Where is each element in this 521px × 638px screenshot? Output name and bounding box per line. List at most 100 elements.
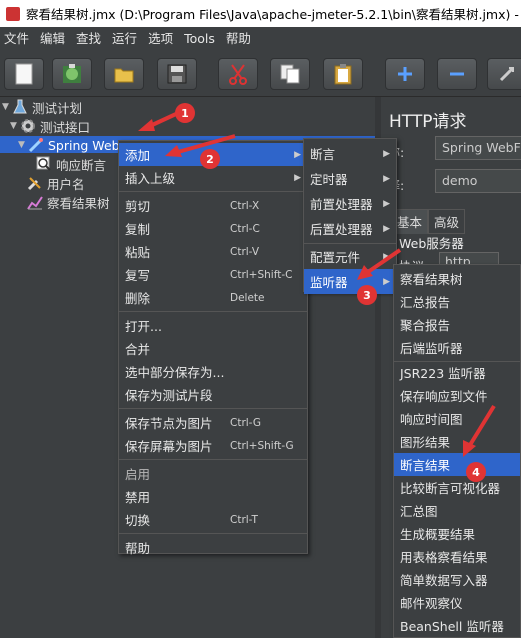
tree-node-label: 测试接口 <box>40 119 91 135</box>
open-button[interactable] <box>104 58 144 90</box>
tree-node-thread-group[interactable]: ▼ 测试接口 <box>10 117 90 135</box>
listener-submenu-item-item-10[interactable]: 比较断言可视化器 <box>394 476 520 499</box>
menu-item-shortcut: Ctrl-C <box>230 222 260 235</box>
collapse-all-button[interactable] <box>437 58 477 90</box>
menu-edit[interactable]: 编辑 <box>36 27 72 51</box>
context-menu-item-item-1[interactable]: 插入上级 ▶ <box>119 166 307 189</box>
menu-item-label: 用表格察看结果 <box>400 550 488 565</box>
listener-submenu-item-item-15[interactable]: 邮件观察仪 <box>394 591 520 614</box>
save-button[interactable] <box>157 58 197 90</box>
window-title: 察看结果树.jmx (D:\Program Files\Java\apache-… <box>26 7 521 22</box>
listener-submenu-item-item-3[interactable]: 后端监听器 <box>394 336 520 359</box>
annotation-badge-3: 3 <box>357 285 377 305</box>
add-submenu-item-item-1[interactable]: 定时器 ▶ <box>304 166 396 191</box>
listener-submenu-item-beanshell[interactable]: BeanShell 监听器 <box>394 614 520 637</box>
context-menu-item-item-19[interactable]: 切换 Ctrl-T <box>119 508 307 531</box>
listener-submenu-item-jsr223[interactable]: JSR223 监听器 <box>394 361 520 384</box>
listener-submenu-item-item-8[interactable]: 图形结果 <box>394 430 520 453</box>
menu-item-label: 合并 <box>125 342 151 357</box>
menu-item-shortcut: Ctrl+Shift-G <box>230 439 294 452</box>
menu-item-label: 选中部分保存为... <box>125 365 225 380</box>
submenu-arrow-icon: ▶ <box>294 172 301 183</box>
new-button[interactable] <box>4 58 44 90</box>
context-menu-item-item-12[interactable]: 保存为测试片段 <box>119 383 307 406</box>
copy-button[interactable] <box>270 58 310 90</box>
menu-item-label: 聚合报告 <box>400 318 451 333</box>
context-menu-item-item-14[interactable]: 保存节点为图片 Ctrl-G <box>119 411 307 434</box>
menu-item-label: 保存响应到文件 <box>400 389 488 404</box>
menu-help[interactable]: 帮助 <box>222 27 258 51</box>
context-menu-item-item-17: 启用 <box>119 462 307 485</box>
menu-item-label: 删除 <box>125 291 151 306</box>
open-icon <box>114 68 134 83</box>
submenu-arrow-icon: ▶ <box>383 173 390 184</box>
annotation-badge-1: 1 <box>175 103 195 123</box>
pipette-icon <box>28 137 44 153</box>
context-menu-item-item-4[interactable]: 复制 Ctrl-C <box>119 217 307 240</box>
menu-tools[interactable]: Tools <box>180 27 222 51</box>
menu-item-label: 比较断言可视化器 <box>400 481 501 496</box>
name-field[interactable]: Spring WebFlux <box>435 136 521 160</box>
chevron-down-icon[interactable]: ▼ <box>18 140 28 150</box>
context-menu-item-item-3[interactable]: 剪切 Ctrl-X <box>119 194 307 217</box>
toolbar <box>0 51 521 97</box>
menu-item-label: 复制 <box>125 222 151 237</box>
context-menu-item-item-7[interactable]: 删除 Delete <box>119 286 307 309</box>
tab-advanced[interactable]: 高级 <box>428 209 466 234</box>
context-menu-item-item-9[interactable]: 打开... <box>119 314 307 337</box>
tab-bar: 基本 高级 <box>391 209 466 234</box>
menu-file[interactable]: 文件 <box>0 27 36 51</box>
comment-field[interactable]: demo <box>435 169 521 193</box>
submenu-arrow-icon: ▶ <box>383 223 390 234</box>
collapse-icon <box>450 72 464 76</box>
context-menu-item-item-18[interactable]: 禁用 <box>119 485 307 508</box>
listener-submenu-item-item-2[interactable]: 聚合报告 <box>394 313 520 336</box>
chevron-down-icon[interactable]: ▼ <box>2 102 12 112</box>
new-icon <box>15 63 33 85</box>
listener-submenu-item-item-7[interactable]: 响应时间图 <box>394 407 520 430</box>
tree-node-test-plan[interactable]: ▼ 测试计划 <box>2 98 82 116</box>
context-menu-item-item-10[interactable]: 合并 <box>119 337 307 360</box>
templates-icon <box>63 64 81 83</box>
menu-search[interactable]: 查找 <box>72 27 108 51</box>
window-titlebar: 察看结果树.jmx (D:\Program Files\Java\apache-… <box>0 0 521 27</box>
add-submenu-item-item-2[interactable]: 前置处理器 ▶ <box>304 191 396 216</box>
menu-item-label: 打开... <box>125 319 162 334</box>
listener-submenu-item-item-14[interactable]: 简单数据写入器 <box>394 568 520 591</box>
menu-item-label: 生成概要结果 <box>400 527 476 542</box>
expand-all-button[interactable] <box>385 58 425 90</box>
context-menu-item-item-6[interactable]: 复写 Ctrl+Shift-C <box>119 263 307 286</box>
add-submenu-item-item-5[interactable]: 配置元件 ▶ <box>304 244 396 269</box>
menu-item-label: 保存屏幕为图片 <box>125 439 213 454</box>
menu-item-label: 后置处理器 <box>310 222 373 237</box>
paste-button[interactable] <box>323 58 363 90</box>
menu-item-label: 插入上级 <box>125 171 176 186</box>
toggle-button[interactable] <box>487 58 521 90</box>
context-menu-item-item-5[interactable]: 粘贴 Ctrl-V <box>119 240 307 263</box>
tree-node-variables[interactable]: 用户名 <box>27 174 85 192</box>
listener-submenu-item-item-11[interactable]: 汇总图 <box>394 499 520 522</box>
flask-icon <box>12 99 28 115</box>
listener-submenu-item-item-1[interactable]: 汇总报告 <box>394 290 520 313</box>
context-menu-item-item-15[interactable]: 保存屏幕为图片 Ctrl+Shift-G <box>119 434 307 457</box>
add-submenu-item-item-0[interactable]: 断言 ▶ <box>304 141 396 166</box>
context-menu-item-item-21[interactable]: 帮助 <box>119 536 307 559</box>
add-submenu-item-item-6[interactable]: 监听器 ▶ <box>304 269 396 294</box>
cut-button[interactable] <box>218 58 258 90</box>
tree-node-listener[interactable]: 察看结果树 <box>27 193 110 211</box>
add-submenu-item-item-3[interactable]: 后置处理器 ▶ <box>304 216 396 241</box>
menu-options[interactable]: 选项 <box>144 27 180 51</box>
tree-node-assertion[interactable]: 响应断言 <box>36 155 106 173</box>
listener-submenu-item-item-9[interactable]: 断言结果 <box>394 453 520 476</box>
menu-run[interactable]: 运行 <box>108 27 144 51</box>
menu-item-shortcut: Ctrl+Shift-C <box>230 268 293 281</box>
context-menu-item-item-11[interactable]: 选中部分保存为... <box>119 360 307 383</box>
listener-submenu-item-item-13[interactable]: 用表格察看结果 <box>394 545 520 568</box>
listener-submenu-item-item-12[interactable]: 生成概要结果 <box>394 522 520 545</box>
expand-icon <box>398 67 412 81</box>
menu-item-shortcut: Ctrl-V <box>230 245 260 258</box>
templates-button[interactable] <box>52 58 92 90</box>
listener-submenu-item-item-0[interactable]: 察看结果树 <box>394 267 520 290</box>
chevron-down-icon[interactable]: ▼ <box>10 121 20 131</box>
listener-submenu-item-item-6[interactable]: 保存响应到文件 <box>394 384 520 407</box>
